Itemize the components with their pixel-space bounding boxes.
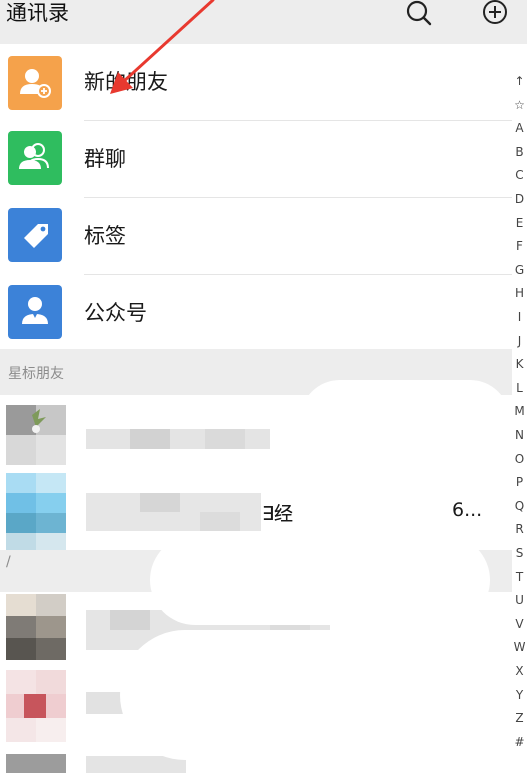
blurred-block (110, 610, 150, 630)
index-letter[interactable]: J (512, 334, 527, 348)
tag-icon (8, 208, 62, 262)
index-letter[interactable]: T (512, 570, 527, 584)
index-letter[interactable]: Y (512, 688, 527, 702)
official-accounts-label: 公众号 (84, 301, 147, 325)
index-letter[interactable]: V (512, 617, 527, 631)
blurred-block (205, 429, 245, 449)
blurred-block (200, 512, 240, 531)
avatar (6, 670, 66, 742)
index-letter[interactable]: K (512, 357, 527, 371)
top-bar: 通讯录 (0, 0, 527, 44)
new-friends-label: 新的朋友 (84, 70, 168, 94)
index-letter[interactable]: A (512, 121, 527, 135)
index-letter[interactable]: R (512, 522, 527, 536)
index-letter[interactable]: N (512, 428, 527, 442)
index-letter[interactable]: ☆ (512, 98, 527, 112)
index-letter[interactable]: D (512, 192, 527, 206)
redaction-mark (120, 630, 450, 760)
index-letter[interactable]: O (512, 452, 527, 466)
index-letter[interactable]: H (512, 286, 527, 300)
group-chat-icon (8, 131, 62, 185)
index-letter[interactable]: # (512, 735, 527, 749)
blurred-block (140, 493, 180, 512)
contact-name-fragment: ∃经 (262, 503, 294, 525)
redaction-mark (150, 535, 490, 625)
index-letter[interactable]: Q (512, 499, 527, 513)
index-letter[interactable]: C (512, 168, 527, 182)
index-letter[interactable]: G (512, 263, 527, 277)
page-title: 通讯录 (6, 1, 69, 25)
search-icon[interactable] (404, 0, 434, 28)
avatar (6, 405, 66, 465)
index-letter[interactable]: I (512, 310, 527, 324)
index-letter[interactable]: U (512, 593, 527, 607)
index-letter[interactable]: F (512, 239, 527, 253)
index-letter[interactable]: Z (512, 711, 527, 725)
official-account-icon (8, 285, 62, 339)
index-letter[interactable]: M (512, 404, 527, 418)
add-friend-icon (8, 56, 62, 110)
redaction-mark (300, 380, 510, 550)
contact-name-suffix: 6... (452, 499, 483, 521)
avatar (6, 473, 66, 550)
index-letter[interactable]: B (512, 145, 527, 159)
tags-label: 标签 (84, 224, 126, 248)
section-title: 星标朋友 (8, 366, 64, 382)
index-letter[interactable]: E (512, 216, 527, 230)
index-letter[interactable]: S (512, 546, 527, 560)
index-letter[interactable]: L (512, 381, 527, 395)
new-friends-entry[interactable]: 新的朋友 (0, 44, 512, 121)
index-letter[interactable]: ↑ (512, 74, 527, 88)
official-accounts-entry[interactable]: 公众号 (0, 275, 512, 349)
section-mark: / (6, 554, 11, 570)
plus-circle-icon[interactable] (480, 0, 510, 28)
avatar (6, 754, 66, 773)
blurred-block (130, 429, 170, 449)
tags-entry[interactable]: 标签 (0, 198, 512, 275)
avatar (6, 594, 66, 660)
index-letter[interactable]: X (512, 664, 527, 678)
alphabet-index[interactable]: ↑ ☆ A B C D E F G H I J K L M N O P Q R S T U V W X Y Z # (512, 70, 527, 760)
group-chat-label: 群聊 (84, 147, 126, 171)
index-letter[interactable]: W (512, 640, 527, 654)
group-chat-entry[interactable]: 群聊 (0, 121, 512, 198)
index-letter[interactable]: P (512, 475, 527, 489)
